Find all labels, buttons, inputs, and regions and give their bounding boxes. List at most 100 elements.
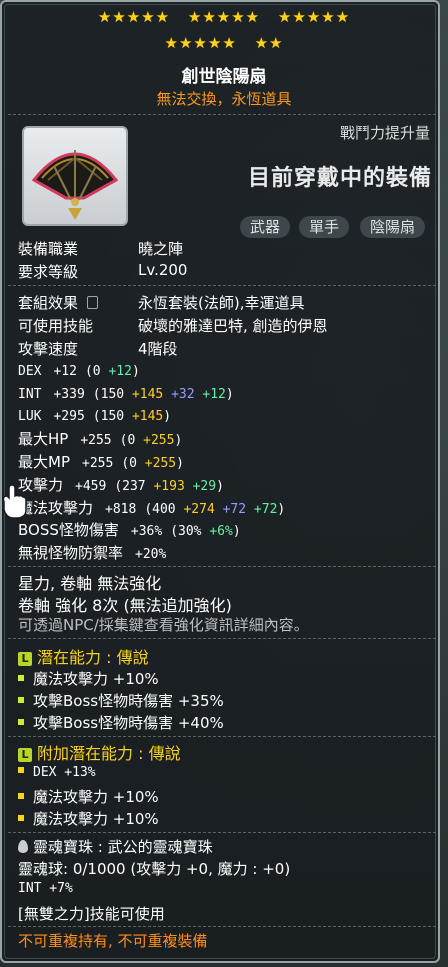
lock-icon [86,296,98,309]
star-group: ★★★★★ [187,8,261,26]
bullet-icon [18,767,24,773]
stat-breakdown-part: +72 [246,502,278,517]
pointer-hand-icon [2,484,27,519]
equipped-status: 目前穿戴中的裝備 [247,166,432,191]
stat-breakdown-part: +12 [108,364,132,379]
tag-weapon: 武器 [240,216,291,238]
bullet-icon [18,697,24,703]
star-force-row-2: ★★★★★ ★★ [0,34,448,52]
skills-label: 可使用技能 [18,317,94,335]
potential-line: 魔法攻擊力 +10% [18,668,159,689]
star-group: ★★★★★ [97,8,171,26]
stat-total: +36% [130,524,163,539]
stat-total: +20% [135,547,167,562]
additional-line-text: 魔法攻擊力 +10% [33,810,159,828]
potential-line: 攻擊Boss怪物時傷害 +40% [18,712,224,733]
divider [8,566,436,567]
potential-line-text: 攻擊Boss怪物時傷害 +40% [33,714,224,732]
stat-label: 最大HP [18,430,69,448]
stat-breakdown-part: (150 [92,409,132,424]
req-job-label: 裝備職業 [18,240,79,258]
bullet-icon [18,675,24,681]
divider [8,926,436,927]
stat-breakdown-part: +274 [183,502,215,517]
potential-line-text: 攻擊Boss怪物時傷害 +35% [33,692,224,710]
legendary-badge-icon: L [18,652,32,666]
attack-speed-value: 4階段 [138,340,178,358]
stat-total: +295 [53,409,85,424]
divider [8,736,436,737]
stat-total: +255 [82,456,114,471]
stat-breakdown-part: (150 [92,387,132,402]
bullet-icon [18,719,24,725]
soul-title-text: 靈魂寶珠 : 武公的靈魂寶珠 [33,838,213,856]
stat-breakdown-part: +29 [184,479,217,494]
flame-icon [18,840,28,853]
stat-breakdown-part: ) [131,364,140,379]
req-level-value: Lv.200 [138,261,188,279]
stat-row: INT +339 (150 +145 +32 +12) [18,384,234,402]
soul-skill: [無雙之力]技能可使用 [18,905,165,923]
stat-breakdown-part: +193 [153,479,185,494]
stat-breakdown-part: (237 [114,479,154,494]
additional-line: 魔法攻擊力 +10% [18,808,159,829]
enhance-line-1: 星力, 卷軸 無法強化 [18,574,162,593]
stat-breakdown-part: ) [174,433,183,448]
skills-row: 可使用技能 破壞的雅達巴特, 創造的伊恩 [18,315,328,336]
divider [8,832,436,833]
divider [8,638,436,639]
additional-line-text: DEX +13% [33,765,96,780]
stat-breakdown-part: ) [163,409,172,424]
additional-line-text: 魔法攻擊力 +10% [33,788,159,806]
additional-line: DEX +13% [18,765,96,780]
stat-label: LUK [18,409,42,424]
req-job-value: 曉之陣 [138,240,184,258]
attack-speed-label: 攻擊速度 [18,340,79,358]
star-group: ★★★★★ [164,34,237,52]
fan-weapon-icon [31,150,119,220]
stat-breakdown-part: (400 [144,502,184,517]
star-group: ★★★★★ [277,8,351,26]
potential-line: 攻擊Boss怪物時傷害 +35% [18,690,224,711]
req-level-label: 要求等級 [18,263,79,281]
divider [8,285,436,286]
stat-breakdown-part: +6% [209,524,233,539]
skills-value: 破壞的雅達巴特, 創造的伊恩 [138,317,328,335]
stat-label: 最大MP [18,453,70,471]
star-group: ★★ [254,34,284,52]
item-trade-status: 無法交換，永恆道具 [156,90,292,108]
stat-breakdown-part: +72 [214,502,247,517]
bullet-icon [18,793,24,799]
equip-restriction: 不可重複持有, 不可重複裝備 [18,932,208,950]
potential-line-text: 魔法攻擊力 +10% [33,670,159,688]
set-effect-value: 永恆套裝(法師),幸運道具 [138,294,305,312]
enhance-hint: 可透過NPC/採集鍵查看強化資訊詳細內容。 [18,616,309,634]
req-job-row: 裝備職業 曉之陣 [18,238,183,259]
stat-breakdown-part: +255 [143,433,175,448]
attack-speed-row: 攻擊速度 4階段 [18,338,178,359]
stat-total: +818 [105,502,137,517]
tag-weapon-type: 陰陽扇 [360,216,426,238]
stat-breakdown-part: +32 [163,387,195,402]
stat-row: LUK +295 (150 +145) [18,406,171,424]
additional-title-text: 附加潛在能力 : 傳說 [37,744,181,763]
stat-label: DEX [18,364,42,379]
stat-label: BOSS怪物傷害 [18,521,119,539]
stat-breakdown-part: (0 [119,433,144,448]
stat-row: 最大MP +255 (0 +255) [18,451,184,472]
stat-row: 最大HP +255 (0 +255) [18,428,182,449]
stat-breakdown-part: ) [176,456,184,471]
stat-label: 無視怪物防禦率 [18,544,124,562]
additional-line: 魔法攻擊力 +10% [18,786,159,807]
stat-row: 攻擊力 +459 (237 +193 +29) [18,474,224,495]
stat-breakdown-part: +12 [194,387,226,402]
item-icon-frame [22,126,128,226]
stat-total: +12 [53,364,77,379]
req-level-row: 要求等級 Lv.200 [18,261,187,282]
potential-title: L 潛在能力 : 傳說 [18,644,149,668]
stat-breakdown-part: (0 [84,364,109,379]
soul-title: 靈魂寶珠 : 武公的靈魂寶珠 [18,836,213,857]
stat-breakdown-part: ) [216,479,224,494]
stat-breakdown-part: ) [225,387,234,402]
combat-power-label: 戰鬥力提升量 [339,124,430,142]
